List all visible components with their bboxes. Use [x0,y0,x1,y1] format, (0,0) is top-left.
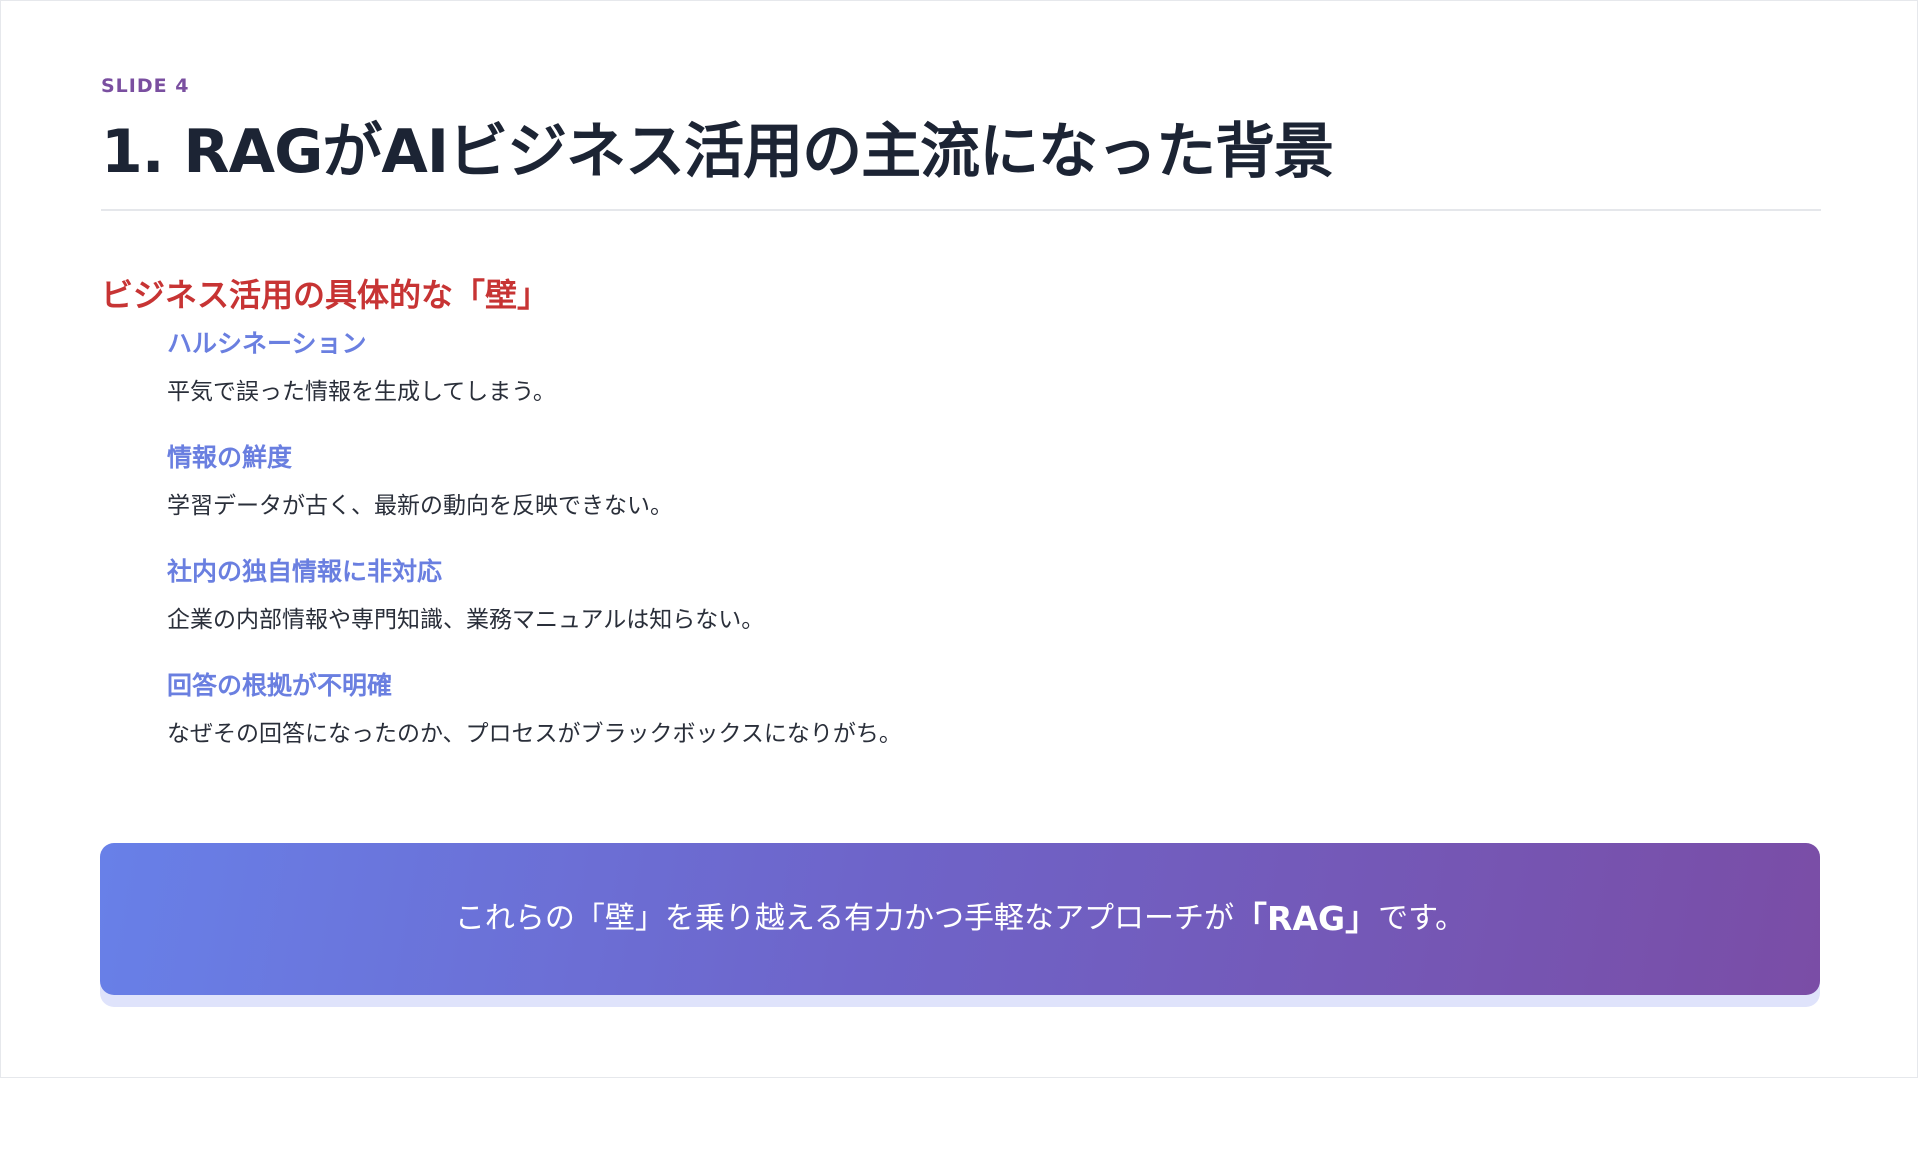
callout-text-before: これらの「壁」を乗り越える有力かつ手軽なアプローチが [454,901,1235,936]
barrier-item-unclear-basis: 回答の根拠が不明確 なぜその回答になったのか、プロセスがブラックボックスになりが… [167,669,1821,751]
callout-box: これらの「壁」を乗り越える有力かつ手軽なアプローチが 「RAG」 です。 [100,843,1820,995]
barrier-item-internal-info: 社内の独自情報に非対応 企業の内部情報や専門知識、業務マニュアルは知らない。 [167,555,1821,637]
barrier-item-title: ハルシネーション [167,329,367,358]
barrier-item-hallucination: ハルシネーション 平気で誤った情報を生成してしまう。 [167,327,1821,409]
barrier-item-description: 企業の内部情報や専門知識、業務マニュアルは知らない。 [167,607,765,633]
callout-emphasis: 「RAG」 [1234,899,1379,938]
callout-text-after: です。 [1378,901,1466,936]
title-divider [101,209,1821,211]
section-heading: ビジネス活用の具体的な「壁」 [101,276,550,314]
slide-title: 1. RAGがAIビジネス活用の主流になった背景 [101,117,1334,187]
barrier-item-description: 平気で誤った情報を生成してしまう。 [167,379,556,405]
callout-banner: これらの「壁」を乗り越える有力かつ手軽なアプローチが 「RAG」 です。 [100,843,1820,1007]
barrier-list: ハルシネーション 平気で誤った情報を生成してしまう。 情報の鮮度 学習データが古… [167,327,1821,751]
barrier-item-title: 情報の鮮度 [167,443,293,472]
barrier-item-description: 学習データが古く、最新の動向を反映できない。 [167,493,673,519]
slide-content: SLIDE 4 1. RAGがAIビジネス活用の主流になった背景 ビジネス活用の… [101,73,1821,783]
slide-number-label: SLIDE 4 [101,75,190,97]
barrier-item-description: なぜその回答になったのか、プロセスがブラックボックスになりがち。 [167,721,902,747]
barrier-item-title: 社内の独自情報に非対応 [167,557,443,586]
barrier-item-title: 回答の根拠が不明確 [167,671,393,700]
barrier-item-freshness: 情報の鮮度 学習データが古く、最新の動向を反映できない。 [167,441,1821,523]
